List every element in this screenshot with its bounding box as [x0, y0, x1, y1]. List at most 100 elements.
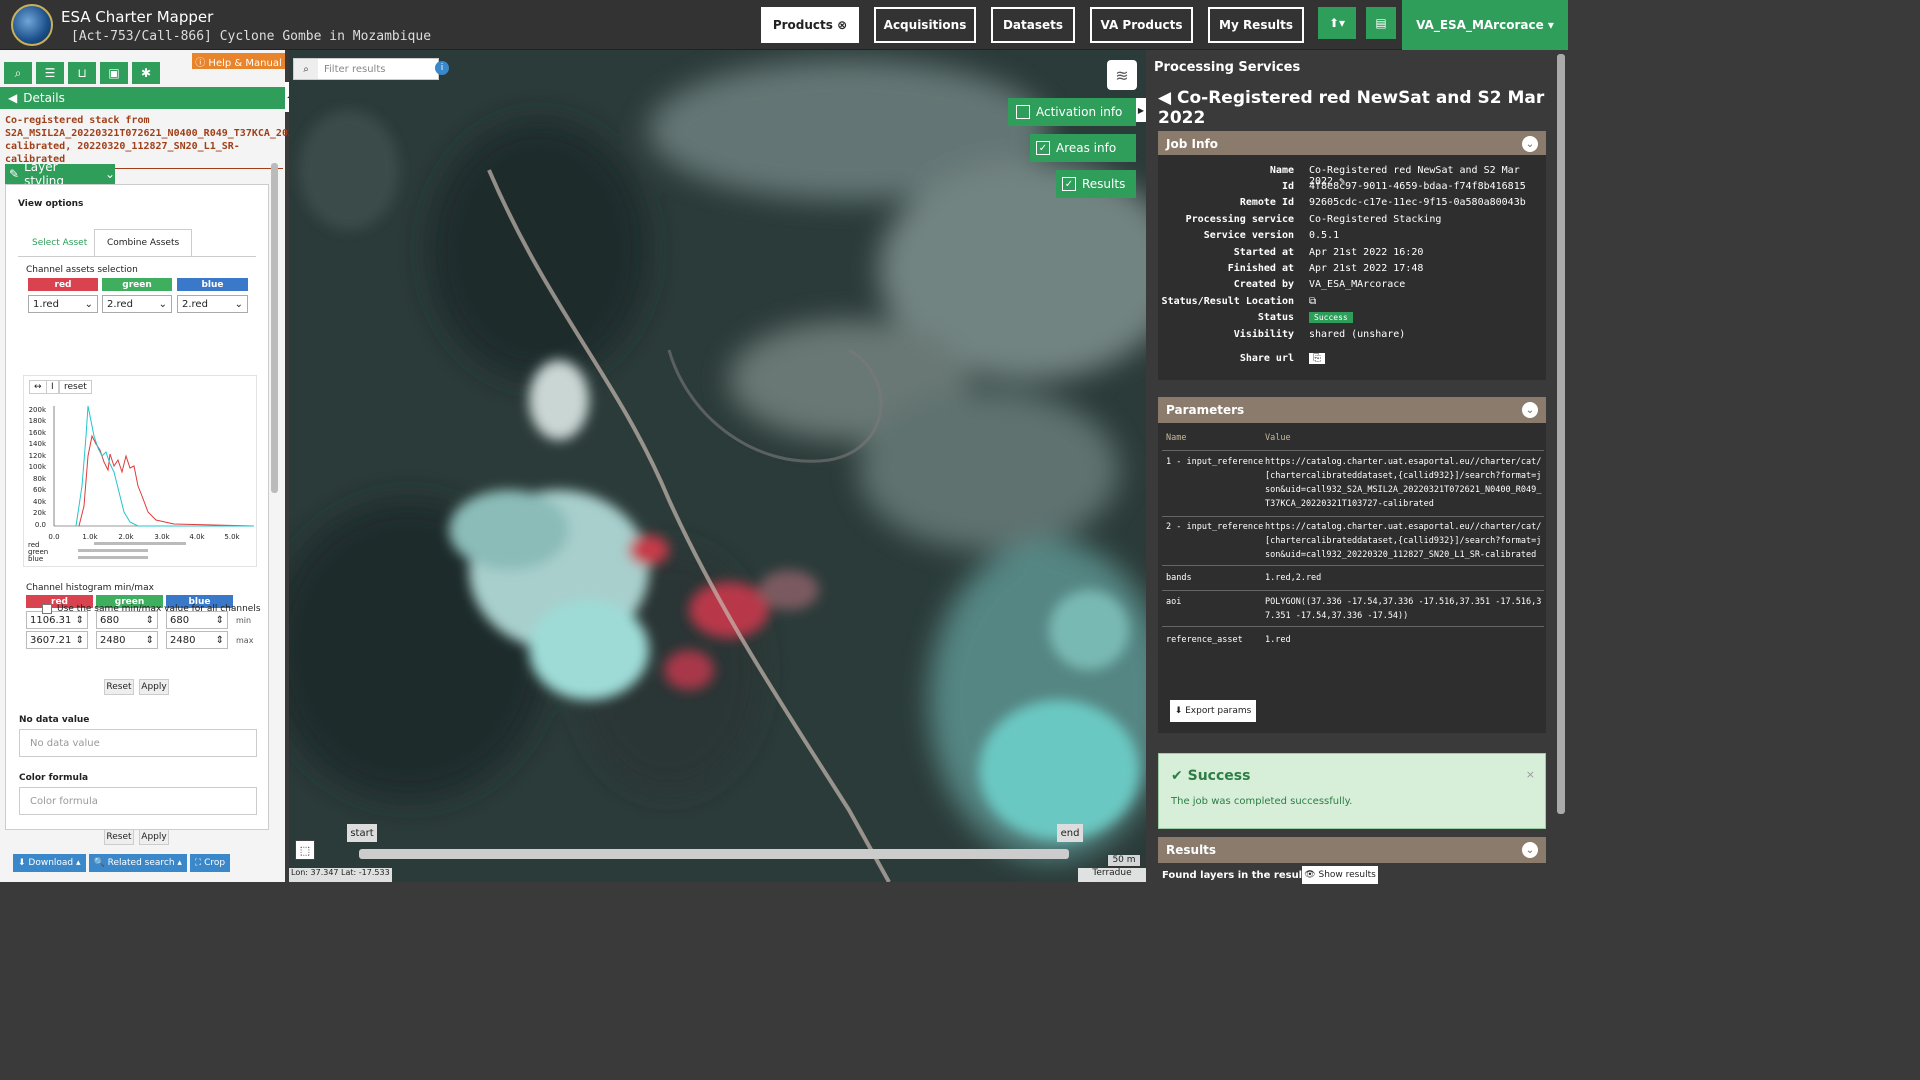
histogram-svg: 200k 180k 160k 140k 120k 100k 80k 60k 40…	[28, 405, 255, 563]
minmax-apply-button[interactable]: Apply	[139, 679, 169, 695]
red-range-bar[interactable]	[94, 542, 186, 545]
show-results-button[interactable]: 👁 Show results	[1302, 866, 1378, 884]
green-max-input[interactable]: 2480 ⇕	[96, 631, 158, 649]
formula-apply-button[interactable]: Apply	[139, 829, 169, 845]
nav-va-products[interactable]: VA Products	[1090, 7, 1193, 43]
filter-results-input[interactable]: ⌕ Filter results	[293, 58, 439, 80]
overlay-expand-icon[interactable]: ▶	[1136, 98, 1146, 122]
nav-my-results[interactable]: My Results	[1208, 7, 1304, 43]
nav-datasets[interactable]: Datasets	[991, 7, 1075, 43]
job-info-header[interactable]: Job Info ⌄	[1158, 131, 1546, 157]
minmax-reset-button[interactable]: Reset	[104, 679, 134, 695]
info-icon[interactable]: i	[435, 61, 449, 75]
timeline-end[interactable]: end	[1057, 824, 1083, 842]
layers-icon[interactable]: ≋	[1107, 60, 1137, 90]
status-badge: Success	[1309, 312, 1353, 323]
red-max-input[interactable]: 3607.21 ⇕	[26, 631, 88, 649]
blue-asset-select[interactable]: 2.red ⌄	[177, 295, 248, 313]
user-menu[interactable]: VA_ESA_MArcorace ▾	[1402, 0, 1568, 50]
map-view[interactable]: ⌕ Filter results i ≋ Activation info ✓ Are…	[289, 50, 1146, 882]
check-icon[interactable]: ✓	[1062, 177, 1076, 191]
param-row: 2 - input_reference https://catalog.chart…	[1162, 520, 1544, 566]
left-scrollbar[interactable]	[271, 163, 278, 493]
chevron-down-icon[interactable]: ⌄	[105, 167, 115, 181]
results-header[interactable]: Results ⌄	[1158, 837, 1546, 863]
basket-icon[interactable]: ⊔	[68, 62, 96, 84]
layer-styling-panel: View options Select Asset Combine Assets…	[5, 184, 269, 845]
archive-icon[interactable]: ▣	[100, 62, 128, 84]
checkbox-icon[interactable]	[42, 604, 52, 614]
external-link-icon[interactable]: ⧉	[1309, 296, 1316, 307]
chevron-down-icon[interactable]: ⌄	[1522, 402, 1538, 418]
top-header: ESA Charter Mapper [Act-753/Call-866] Cy…	[0, 0, 1568, 50]
chevron-down-icon[interactable]: ⌄	[1522, 136, 1538, 152]
layer-styling-header[interactable]: ✎ Layer styling ⌄	[5, 160, 115, 188]
nav-products[interactable]: Products ⊗	[761, 7, 859, 43]
left-toolbar: ⌕ ☰ ⊔ ▣ ✱	[4, 62, 190, 84]
help-manual-button[interactable]: ⓘ Help & Manual	[192, 53, 285, 69]
search-icon: ⌕	[294, 59, 318, 79]
green-min-value: 680	[100, 614, 120, 626]
field-id: Id 4f8e8c97-9011-4659-bdaa-f74f8b416815	[1281, 181, 1526, 192]
search-icon[interactable]: ⌕	[4, 62, 32, 84]
tab-select-asset[interactable]: Select Asset	[20, 229, 99, 257]
stepper-icon[interactable]: ⇕	[76, 635, 84, 646]
copy-icon[interactable]: ⎘	[1309, 353, 1325, 364]
green-asset-select[interactable]: 2.red ⌄	[102, 295, 172, 313]
chevron-down-icon[interactable]: ⌄	[1522, 842, 1538, 858]
stepper-icon[interactable]: ⇕	[146, 635, 154, 646]
nav-acquisitions[interactable]: Acquisitions	[874, 7, 976, 43]
timeline-start[interactable]: start	[347, 824, 377, 842]
timeline-slider[interactable]	[359, 849, 1069, 859]
export-params-button[interactable]: ⬇ Export params	[1170, 700, 1256, 722]
right-scrollbar[interactable]	[1557, 54, 1565, 814]
job-title-text: Co-Registered red NewSat and S2 Mar 2022	[1158, 88, 1545, 128]
x-tick: 4.0k	[189, 533, 205, 541]
param-header-row: Name Value	[1162, 431, 1544, 451]
gear-icon[interactable]: ✱	[132, 62, 160, 84]
field-visibility: Visibility shared (unshare)	[1233, 329, 1406, 340]
job-info-label: Job Info	[1166, 137, 1218, 151]
job-title: ◀ Co-Registered red NewSat and S2 Mar 20…	[1158, 88, 1568, 128]
red-min-value: 1106.31	[30, 614, 72, 626]
red-asset-select[interactable]: 1.red ⌄	[28, 295, 98, 313]
back-icon[interactable]: ◀	[8, 91, 17, 105]
crop-button[interactable]: ⛶ Crop	[189, 854, 231, 872]
fit-extent-icon[interactable]: ⬚	[295, 840, 315, 860]
same-minmax-checkbox[interactable]: Use the same min/max value for all chann…	[42, 604, 261, 614]
green-range-bar[interactable]	[78, 549, 148, 552]
red-max-value: 3607.21	[30, 634, 72, 646]
list-icon[interactable]: ☰	[36, 62, 64, 84]
y-tick: 100k	[29, 463, 47, 471]
stepper-icon[interactable]: ⇕	[216, 635, 224, 646]
check-icon[interactable]: ✓	[1036, 141, 1050, 155]
no-data-input[interactable]: No data value	[19, 729, 257, 757]
unshare-link[interactable]: shared (unshare)	[1309, 329, 1405, 340]
tab-combine-assets[interactable]: Combine Assets	[94, 229, 193, 257]
green-asset-value: 2.red	[107, 298, 133, 310]
results-toggle[interactable]: ✓ Results	[1056, 170, 1136, 198]
stepper-icon[interactable]: ⇕	[216, 615, 224, 626]
checkbox-icon[interactable]	[1016, 105, 1030, 119]
parameters-header[interactable]: Parameters ⌄	[1158, 397, 1546, 423]
stepper-icon[interactable]: ⇕	[146, 615, 154, 626]
briefcase-icon[interactable]: ▤	[1366, 7, 1396, 39]
blue-max-input[interactable]: 2480 ⇕	[166, 631, 228, 649]
upload-icon[interactable]: ⬆▾	[1318, 7, 1356, 39]
same-minmax-label: Use the same min/max value for all chann…	[57, 604, 261, 614]
field-started-at: Started at Apr 21st 2022 16:20	[1233, 247, 1424, 258]
activation-info-toggle[interactable]: Activation info	[1008, 98, 1136, 126]
back-icon[interactable]: ◀	[1158, 88, 1177, 108]
areas-info-toggle[interactable]: ✓ Areas info	[1030, 134, 1136, 162]
download-button[interactable]: ⬇ Download ▴	[13, 854, 86, 872]
formula-reset-button[interactable]: Reset	[104, 829, 134, 845]
color-formula-input[interactable]: Color formula	[19, 787, 257, 815]
details-header[interactable]: ◀ Details	[0, 87, 285, 109]
y-tick: 20k	[33, 509, 47, 517]
max-label: max	[236, 636, 254, 645]
close-icon[interactable]: ×	[1526, 768, 1535, 781]
mission-title: [Act-753/Call-866] Cyclone Gombe in Moza…	[71, 29, 432, 44]
related-search-button[interactable]: 🔍 Related search ▴	[88, 854, 187, 872]
stepper-icon[interactable]: ⇕	[76, 615, 84, 626]
blue-range-bar[interactable]	[78, 556, 148, 559]
